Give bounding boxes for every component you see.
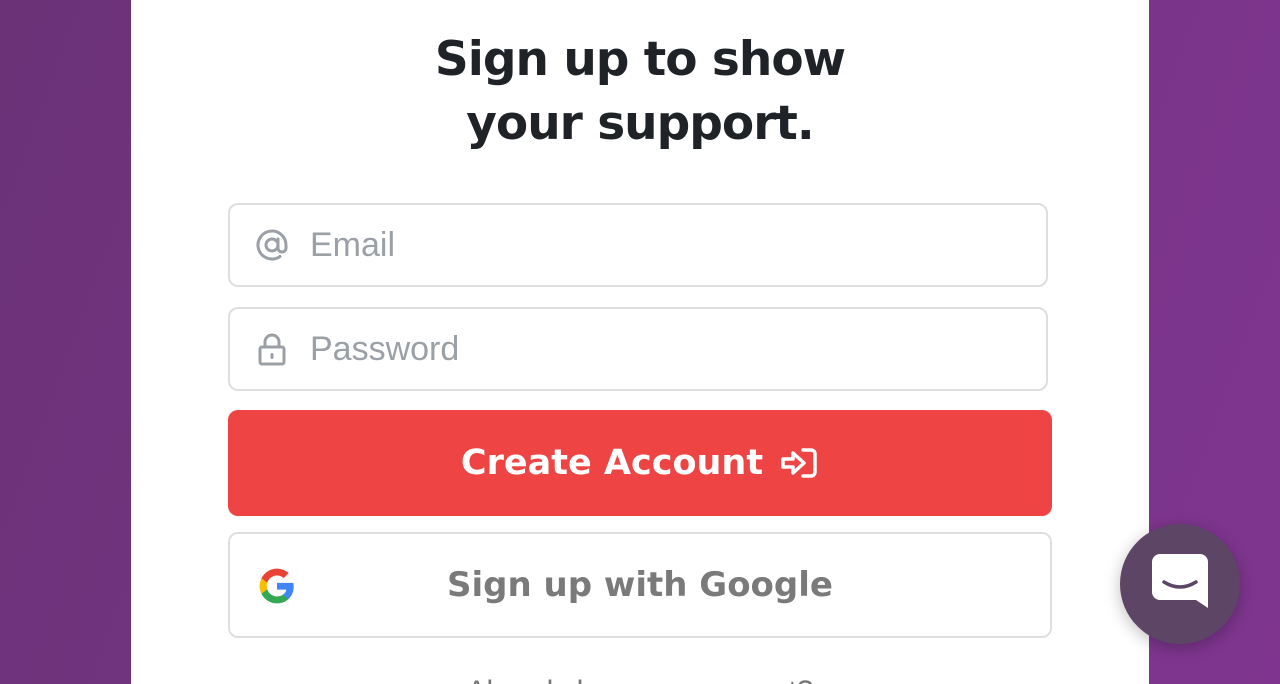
email-field-container (228, 203, 1048, 287)
google-signup-label: Sign up with Google (447, 565, 833, 605)
lock-icon (254, 331, 290, 367)
password-field-container (228, 307, 1048, 391)
password-input[interactable] (310, 309, 1020, 389)
chat-icon (1150, 552, 1210, 616)
email-input[interactable] (310, 205, 1020, 285)
google-signup-button[interactable]: Sign up with Google (228, 532, 1052, 638)
signup-card: Sign up to show your support. Create Acc… (131, 0, 1149, 684)
create-account-button[interactable]: Create Account (228, 410, 1052, 516)
create-account-label: Create Account (460, 443, 764, 483)
title-line-2: your support. (466, 96, 814, 151)
login-prompt-text: Already have an account? (131, 672, 1149, 684)
page-title: Sign up to show your support. (131, 28, 1149, 156)
title-line-1: Sign up to show (434, 32, 846, 87)
at-icon (254, 227, 290, 263)
chat-launcher-button[interactable] (1120, 524, 1240, 644)
sign-in-icon (779, 443, 819, 483)
